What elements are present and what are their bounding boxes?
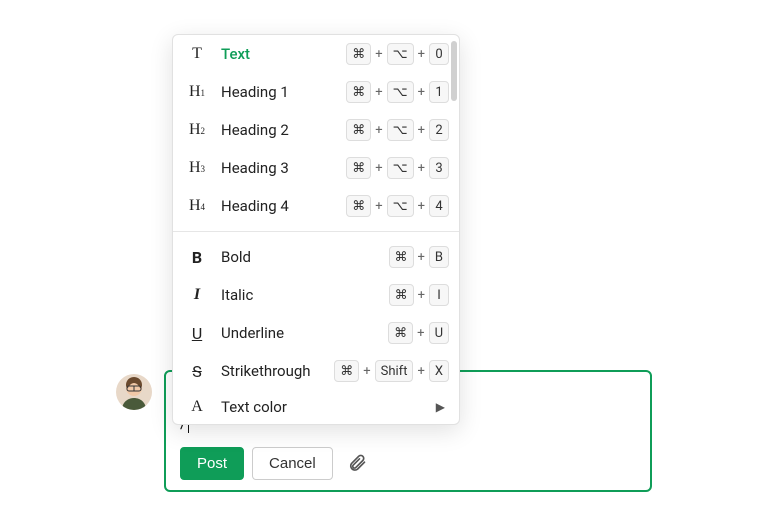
plus-sep: + (418, 288, 425, 303)
key: 2 (429, 119, 449, 141)
key: ⌘ (389, 284, 414, 306)
shortcut: ⌘ + I (389, 284, 449, 306)
key: 3 (429, 157, 449, 179)
shortcut: ⌘ + ⌥ +2 (346, 119, 449, 141)
format-icon: S (187, 362, 207, 381)
format-icon: T (187, 45, 207, 63)
key: ⌘ (389, 246, 414, 268)
plus-sep: + (418, 47, 425, 62)
plus-sep: + (375, 85, 382, 100)
format-icon: H3 (187, 159, 207, 177)
format-icon: I (187, 286, 207, 304)
format-icon: H2 (187, 121, 207, 139)
key: Shift (375, 360, 414, 382)
key: ⌥ (387, 119, 414, 141)
shortcut: ⌘ + ⌥ +3 (346, 157, 449, 179)
scrollbar-thumb[interactable] (451, 41, 457, 101)
key: ⌥ (387, 43, 414, 65)
format-option[interactable]: H3 Heading 3 ⌘ + ⌥ +3 (173, 149, 459, 187)
format-option[interactable]: T Text ⌘ + ⌥ +0 (173, 35, 459, 73)
divider (173, 231, 459, 232)
key: ⌘ (346, 195, 371, 217)
format-option[interactable]: H1 Heading 1 ⌘ + ⌥ +1 (173, 73, 459, 111)
shortcut: ⌘ + ⌥ +1 (346, 81, 449, 103)
shortcut: ⌘+Shift+X (334, 360, 449, 382)
compose-actions: Post Cancel (180, 447, 636, 480)
key: U (429, 322, 449, 344)
shortcut: ⌘ + B (389, 246, 450, 268)
key: ⌘ (346, 43, 371, 65)
plus-sep: + (375, 199, 382, 214)
plus-sep: + (375, 161, 382, 176)
key: ⌥ (387, 195, 414, 217)
format-option[interactable]: I Italic ⌘ + I (173, 276, 459, 314)
plus-sep: + (418, 199, 425, 214)
key: ⌘ (346, 81, 371, 103)
format-option-label: Text color (221, 398, 422, 416)
format-option-label: Bold (221, 248, 375, 266)
key: ⌘ (346, 157, 371, 179)
post-button[interactable]: Post (180, 447, 244, 480)
plus-sep: + (418, 250, 425, 265)
format-icon: A (187, 398, 207, 416)
plus-sep: + (417, 364, 424, 379)
format-option-label: Underline (221, 324, 374, 342)
format-dropdown: T Text ⌘ + ⌥ +0 H1 Heading 1 ⌘ + ⌥ +1 H2 Heading 2 ⌘ + ⌥… (172, 34, 460, 425)
key: 0 (429, 43, 449, 65)
format-option-label: Text (221, 45, 332, 63)
format-icon: H4 (187, 197, 207, 215)
format-option[interactable]: B Bold ⌘ + B (173, 238, 459, 276)
format-option[interactable]: U Underline ⌘ + U (173, 314, 459, 352)
key: X (429, 360, 449, 382)
avatar-image (116, 374, 152, 410)
plus-sep: + (418, 123, 425, 138)
format-option-label: Heading 1 (221, 83, 332, 101)
attach-icon[interactable] (347, 453, 367, 473)
format-option-label: Strikethrough (221, 362, 320, 380)
plus-sep: + (418, 85, 425, 100)
key: 4 (429, 195, 449, 217)
avatar (116, 374, 152, 410)
shortcut: ⌘ + U (388, 322, 449, 344)
shortcut: ⌘ + ⌥ +0 (346, 43, 449, 65)
format-option-label: Heading 2 (221, 121, 332, 139)
format-icon: U (187, 324, 207, 343)
key: ⌘ (334, 360, 359, 382)
cancel-button[interactable]: Cancel (252, 447, 333, 480)
key: 1 (429, 81, 449, 103)
key: I (429, 284, 449, 306)
format-option[interactable]: H4 Heading 4 ⌘ + ⌥ +4 (173, 187, 459, 225)
key: ⌥ (387, 81, 414, 103)
plus-sep: + (363, 364, 370, 379)
format-option[interactable]: H2 Heading 2 ⌘ + ⌥ +2 (173, 111, 459, 149)
key: ⌘ (346, 119, 371, 141)
key: ⌘ (388, 322, 413, 344)
format-icon: B (187, 248, 207, 267)
format-option-label: Heading 4 (221, 197, 332, 215)
plus-sep: + (418, 161, 425, 176)
plus-sep: + (375, 47, 382, 62)
format-option[interactable]: A Text color ▶ (173, 390, 459, 424)
key: B (429, 246, 449, 268)
format-option-label: Italic (221, 286, 375, 304)
key: ⌥ (387, 157, 414, 179)
format-icon: H1 (187, 83, 207, 101)
format-option[interactable]: SStrikethrough⌘+Shift+X (173, 352, 459, 390)
plus-sep: + (417, 326, 424, 341)
shortcut: ⌘ + ⌥ +4 (346, 195, 449, 217)
plus-sep: + (375, 123, 382, 138)
submenu-arrow-icon: ▶ (436, 400, 449, 414)
format-option-label: Heading 3 (221, 159, 332, 177)
